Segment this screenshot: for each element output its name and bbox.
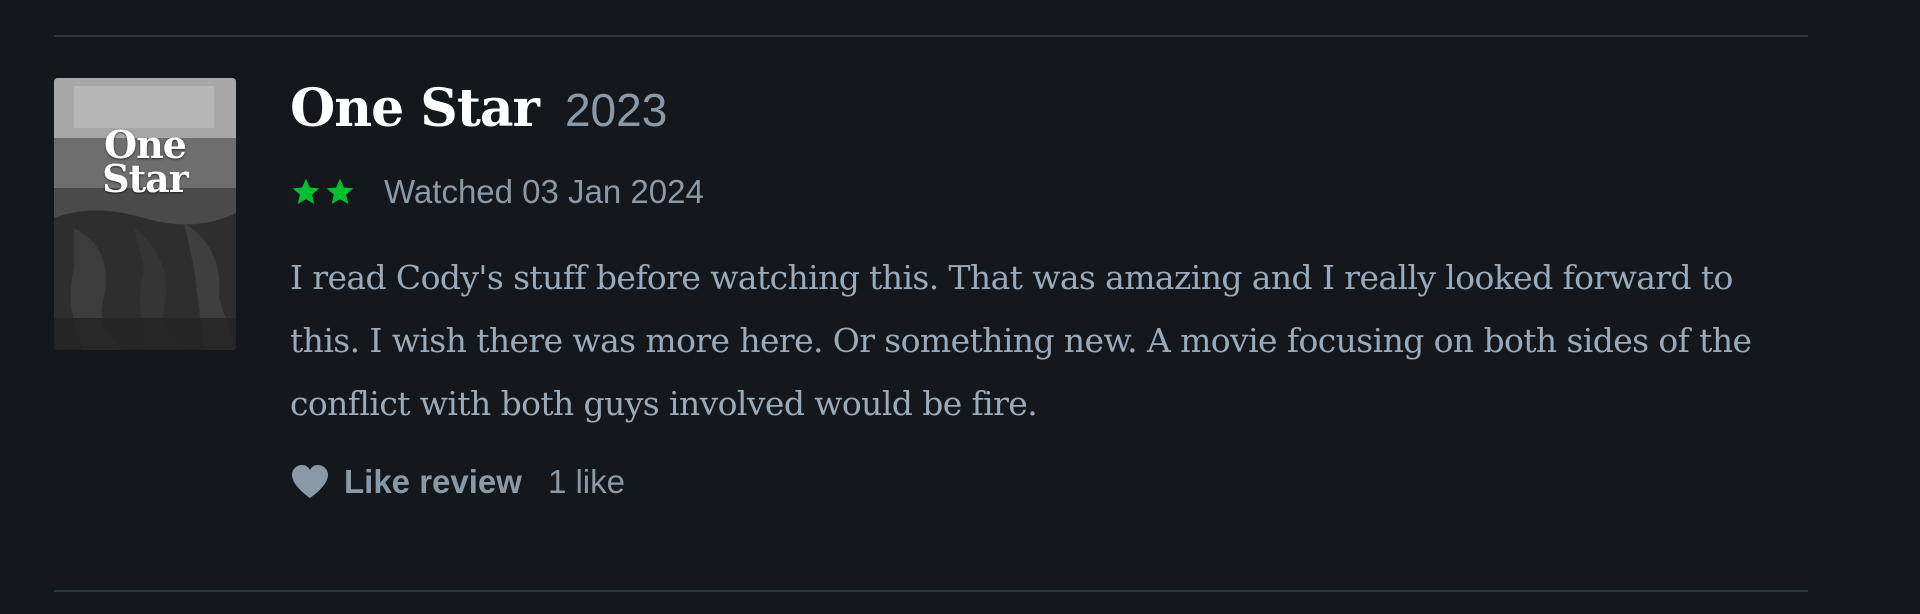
review-content: One Star 2023 Watched 03 Jan 2024 I read…	[290, 78, 1800, 507]
like-review-label: Like review	[344, 463, 522, 500]
star-rating	[290, 176, 356, 208]
poster-art	[54, 78, 236, 350]
watched-date-link[interactable]: Watched 03 Jan 2024	[384, 173, 704, 211]
star-icon	[292, 178, 320, 204]
film-poster[interactable]: One Star	[54, 78, 236, 350]
like-count-link[interactable]: 1 like	[548, 463, 625, 501]
film-title-link[interactable]: One Star	[290, 78, 540, 139]
review-text: I read Cody's stuff before watching this…	[290, 258, 1752, 423]
divider-top	[54, 35, 1808, 37]
poster-title: One Star	[102, 122, 189, 201]
star-icon	[326, 178, 354, 204]
title-row: One Star 2023	[290, 78, 1800, 150]
film-year-link[interactable]: 2023	[565, 83, 667, 137]
rating-row: Watched 03 Jan 2024	[290, 172, 1800, 212]
review-actions: Like review 1 like	[290, 457, 1800, 507]
review-entry: One Star One Star 2023 Watched 03 Jan 20…	[0, 0, 1920, 614]
divider-bottom	[54, 590, 1808, 592]
heart-icon	[292, 465, 328, 498]
like-review-button[interactable]: Like review	[290, 463, 522, 501]
